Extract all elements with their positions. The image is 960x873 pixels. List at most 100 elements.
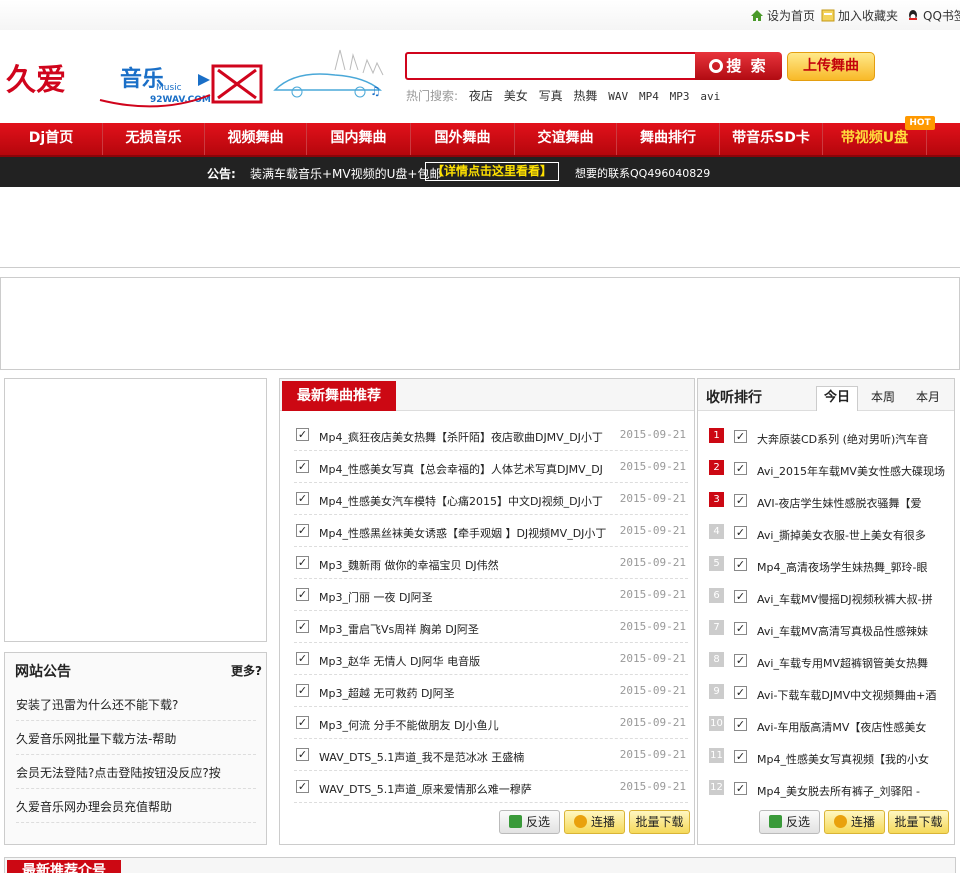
rank-row[interactable]: 6 ✓ Avi_车载MV慢摇DJ视频秋裤大叔-拼 — [708, 581, 948, 613]
nav-item-ranking[interactable]: 舞曲排行 — [617, 123, 720, 155]
rank-batch-download-button[interactable]: 批量下载 — [888, 810, 949, 834]
song-title[interactable]: WAV_DTS_5.1声道_我不是范冰冰 王盛楠 — [319, 749, 619, 765]
site-logo[interactable]: 久爱 音乐 92WAV.COM Music — [0, 40, 270, 118]
song-checkbox[interactable]: ✓ — [296, 556, 309, 569]
nav-item-foreign[interactable]: 国外舞曲 — [411, 123, 515, 155]
rank-row[interactable]: 8 ✓ Avi_车载专用MV超裤钢管美女热舞 — [708, 645, 948, 677]
song-title[interactable]: Mp3_何流 分手不能做朋友 DJ小鱼儿 — [319, 717, 619, 733]
announcement-item[interactable]: 久爱音乐网批量下载方法-帮助 — [16, 725, 256, 755]
song-title[interactable]: Mp4_性感美女汽车模特【心痛2015】中文DJ视频_DJ小丁 — [319, 493, 619, 509]
rank-song-title[interactable]: Mp4_性感美女写真视频【我的小女 — [757, 751, 945, 767]
rank-checkbox[interactable]: ✓ — [734, 686, 747, 699]
invert-select-button[interactable]: 反选 — [499, 810, 560, 834]
song-row[interactable]: ✓ Mp4_性感美女汽车模特【心痛2015】中文DJ视频_DJ小丁 2015-09-… — [294, 483, 688, 515]
rank-checkbox[interactable]: ✓ — [734, 654, 747, 667]
rank-checkbox[interactable]: ✓ — [734, 750, 747, 763]
rank-song-title[interactable]: 大奔原装CD系列 (绝对男听)汽车音 — [757, 431, 945, 447]
tab-today[interactable]: 今日 — [816, 386, 858, 411]
song-title[interactable]: Mp4_性感黑丝袜美女诱惑【牵手观姻 】DJ视频MV_DJ小丁 — [319, 525, 619, 541]
song-row[interactable]: ✓ WAV_DTS_5.1声道_原来爱情那么难一穆萨 2015-09-21 — [294, 771, 688, 803]
song-checkbox[interactable]: ✓ — [296, 492, 309, 505]
rank-checkbox[interactable]: ✓ — [734, 494, 747, 507]
song-checkbox[interactable]: ✓ — [296, 780, 309, 793]
song-row[interactable]: ✓ Mp3_门丽 一夜 DJ阿圣 2015-09-21 — [294, 579, 688, 611]
song-checkbox[interactable]: ✓ — [296, 460, 309, 473]
song-row[interactable]: ✓ Mp3_何流 分手不能做朋友 DJ小鱼儿 2015-09-21 — [294, 707, 688, 739]
song-checkbox[interactable]: ✓ — [296, 716, 309, 729]
hot-keyword[interactable]: 写真 — [539, 89, 563, 103]
rank-song-title[interactable]: Mp4_美女脱去所有裤子_刘驿阳 - — [757, 783, 945, 799]
announcement-item[interactable]: 安装了迅雷为什么还不能下载? — [16, 691, 256, 721]
search-input[interactable] — [405, 52, 697, 80]
rank-song-title[interactable]: Mp4_高清夜场学生妹热舞_郭玲-眼 — [757, 559, 945, 575]
hot-keyword[interactable]: MP4 — [639, 90, 659, 103]
batch-download-button[interactable]: 批量下载 — [629, 810, 690, 834]
rank-row[interactable]: 12 ✓ Mp4_美女脱去所有裤子_刘驿阳 - — [708, 773, 948, 805]
song-title[interactable]: WAV_DTS_5.1声道_原来爱情那么难一穆萨 — [319, 781, 619, 797]
rank-checkbox[interactable]: ✓ — [734, 782, 747, 795]
song-checkbox[interactable]: ✓ — [296, 748, 309, 761]
continuous-play-button[interactable]: 连播 — [564, 810, 625, 834]
song-row[interactable]: ✓ WAV_DTS_5.1声道_我不是范冰冰 王盛楠 2015-09-21 — [294, 739, 688, 771]
song-row[interactable]: ✓ Mp4_性感美女写真【总会幸福的】人体艺术写真DJMV_DJ 2015-09-2… — [294, 451, 688, 483]
hot-keyword[interactable]: MP3 — [670, 90, 690, 103]
song-row[interactable]: ✓ Mp4_性感黑丝袜美女诱惑【牵手观姻 】DJ视频MV_DJ小丁 2015-09-… — [294, 515, 688, 547]
rank-continuous-play-button[interactable]: 连播 — [824, 810, 885, 834]
rank-checkbox[interactable]: ✓ — [734, 558, 747, 571]
song-row[interactable]: ✓ Mp3_雷启飞Vs周祥 胸弟 DJ阿圣 2015-09-21 — [294, 611, 688, 643]
song-row[interactable]: ✓ Mp3_魏新雨 做你的幸福宝贝 DJ伟然 2015-09-21 — [294, 547, 688, 579]
song-checkbox[interactable]: ✓ — [296, 588, 309, 601]
song-row[interactable]: ✓ Mp3_赵华 无情人 DJ阿华 电音版 2015-09-21 — [294, 643, 688, 675]
tab-week[interactable]: 本周 — [862, 386, 904, 411]
hot-keyword[interactable]: WAV — [608, 90, 628, 103]
song-title[interactable]: Mp3_赵华 无情人 DJ阿华 电音版 — [319, 653, 619, 669]
rank-song-title[interactable]: Avi_2015年车载MV美女性感大碟现场 — [757, 463, 945, 479]
rank-song-title[interactable]: Avi_车载MV高清写真极品性感辣妹 — [757, 623, 945, 639]
hot-keyword[interactable]: avi — [700, 90, 720, 103]
nav-item-video[interactable]: 视频舞曲 — [205, 123, 307, 155]
song-checkbox[interactable]: ✓ — [296, 620, 309, 633]
song-checkbox[interactable]: ✓ — [296, 652, 309, 665]
set-homepage-link[interactable]: 设为首页 — [750, 7, 815, 24]
song-checkbox[interactable]: ✓ — [296, 684, 309, 697]
hot-keyword[interactable]: 美女 — [504, 89, 528, 103]
upload-button[interactable]: 上传舞曲 — [787, 52, 875, 81]
song-checkbox[interactable]: ✓ — [296, 428, 309, 441]
rank-row[interactable]: 2 ✓ Avi_2015年车载MV美女性感大碟现场 — [708, 453, 948, 485]
rank-checkbox[interactable]: ✓ — [734, 526, 747, 539]
nav-item-ballroom[interactable]: 交谊舞曲 — [515, 123, 617, 155]
rank-checkbox[interactable]: ✓ — [734, 622, 747, 635]
nav-item-domestic[interactable]: 国内舞曲 — [307, 123, 411, 155]
rank-song-title[interactable]: Avi-车用版高清MV【夜店性感美女 — [757, 719, 945, 735]
hot-keyword[interactable]: 夜店 — [469, 89, 493, 103]
rank-checkbox[interactable]: ✓ — [734, 590, 747, 603]
song-title[interactable]: Mp3_门丽 一夜 DJ阿圣 — [319, 589, 619, 605]
rank-row[interactable]: 11 ✓ Mp4_性感美女写真视频【我的小女 — [708, 741, 948, 773]
rank-row[interactable]: 4 ✓ Avi_撕掉美女衣服-世上美女有很多 — [708, 517, 948, 549]
announcement-item[interactable]: 会员无法登陆?点击登陆按钮没反应?按 — [16, 759, 256, 789]
hot-keyword[interactable]: 热舞 — [573, 89, 597, 103]
rank-row[interactable]: 10 ✓ Avi-车用版高清MV【夜店性感美女 — [708, 709, 948, 741]
nav-item-sd-card[interactable]: 带音乐SD卡 — [720, 123, 823, 155]
rank-checkbox[interactable]: ✓ — [734, 718, 747, 731]
rank-song-title[interactable]: AVI-夜店学生妹性感脱衣骚舞【爱 — [757, 495, 945, 511]
song-title[interactable]: Mp3_雷启飞Vs周祥 胸弟 DJ阿圣 — [319, 621, 619, 637]
rank-song-title[interactable]: Avi-下载车载DJMV中文视频舞曲+酒 — [757, 687, 945, 703]
qq-bookmark-link[interactable]: QQ书签 — [906, 7, 960, 24]
song-row[interactable]: ✓ Mp3_超越 无可救药 DJ阿圣 2015-09-21 — [294, 675, 688, 707]
announcement-item[interactable]: 久爱音乐网办理会员充值帮助 — [16, 793, 256, 823]
song-row[interactable]: ✓ Mp4_疯狂夜店美女热舞【杀阡陌】夜店歌曲DJMV_DJ小丁 2015-09-2… — [294, 419, 688, 451]
song-title[interactable]: Mp4_疯狂夜店美女热舞【杀阡陌】夜店歌曲DJMV_DJ小丁 — [319, 429, 619, 445]
rank-checkbox[interactable]: ✓ — [734, 430, 747, 443]
add-favorite-link[interactable]: 加入收藏夹 — [821, 7, 898, 24]
nav-item-lossless[interactable]: 无损音乐 — [103, 123, 205, 155]
rank-checkbox[interactable]: ✓ — [734, 462, 747, 475]
rank-row[interactable]: 9 ✓ Avi-下载车载DJMV中文视频舞曲+酒 — [708, 677, 948, 709]
rank-song-title[interactable]: Avi_车载MV慢摇DJ视频秋裤大叔-拼 — [757, 591, 945, 607]
rank-invert-select-button[interactable]: 反选 — [759, 810, 820, 834]
rank-row[interactable]: 1 ✓ 大奔原装CD系列 (绝对男听)汽车音 — [708, 421, 948, 453]
song-title[interactable]: Mp3_魏新雨 做你的幸福宝贝 DJ伟然 — [319, 557, 619, 573]
rank-song-title[interactable]: Avi_车载专用MV超裤钢管美女热舞 — [757, 655, 945, 671]
announcement-more-link[interactable]: 更多? — [231, 662, 262, 679]
rank-row[interactable]: 3 ✓ AVI-夜店学生妹性感脱衣骚舞【爱 — [708, 485, 948, 517]
